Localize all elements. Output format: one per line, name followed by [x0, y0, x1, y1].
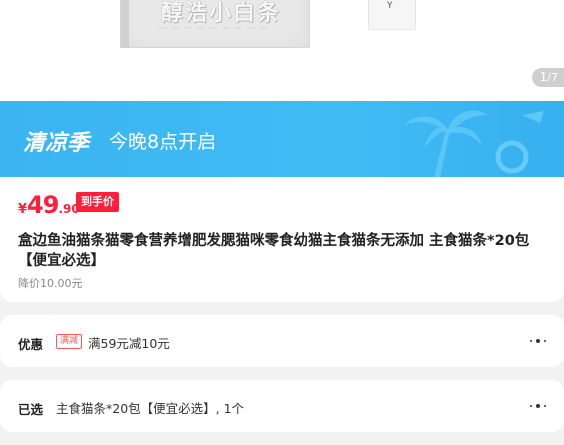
offer-row[interactable]: 优惠 满减 满59元减10元	[0, 315, 564, 367]
promo-banner[interactable]: 清凉季 今晚8点开启	[0, 101, 564, 177]
price-integer: 49	[27, 191, 59, 219]
palm-tree-decoration-icon	[404, 110, 544, 177]
selected-label: 已选	[18, 402, 44, 417]
card-mark: Y	[387, 1, 393, 11]
pager-total: /7	[547, 71, 558, 84]
offer-label: 优惠	[18, 337, 44, 352]
product-image-gallery[interactable]: 醇浩小白条 — — — — — — — — — Y 1/7	[0, 0, 564, 101]
offer-text: 满59元减10元	[88, 336, 170, 351]
more-dots-icon[interactable]	[530, 404, 548, 408]
product-info-card: ¥49.90 到手价 盒边鱼油猫条猫零食营养增肥发腮猫咪零食幼猫主食猫条无添加 …	[0, 177, 564, 302]
more-dots-icon[interactable]	[530, 339, 548, 343]
selected-spec-row[interactable]: 已选 主食猫条*20包【便宜必选】, 1个	[0, 380, 564, 432]
package-edge	[121, 0, 129, 47]
promo-subtitle: 今晚8点开启	[109, 131, 217, 153]
selected-spec-text: 主食猫条*20包【便宜必选】, 1个	[56, 401, 245, 416]
image-pager: 1/7	[531, 68, 564, 87]
final-price-badge: 到手价	[76, 192, 119, 212]
discount-tag: 满减	[56, 334, 83, 349]
product-price: ¥49.90	[18, 191, 80, 219]
promo-name: 清凉季	[23, 131, 90, 156]
price-currency: ¥	[18, 202, 28, 217]
product-package-image: 醇浩小白条 — — — — — — — — —	[120, 0, 310, 48]
package-subtext: — — — — — — — — —	[159, 23, 269, 32]
price-drop-note: 降价10.00元	[18, 277, 83, 290]
product-title: 盒边鱼油猫条猫零食营养增肥发腮猫咪零食幼猫主食猫条无添加 主食猫条*20包【便宜…	[18, 233, 530, 269]
product-card-image: Y	[368, 0, 416, 30]
